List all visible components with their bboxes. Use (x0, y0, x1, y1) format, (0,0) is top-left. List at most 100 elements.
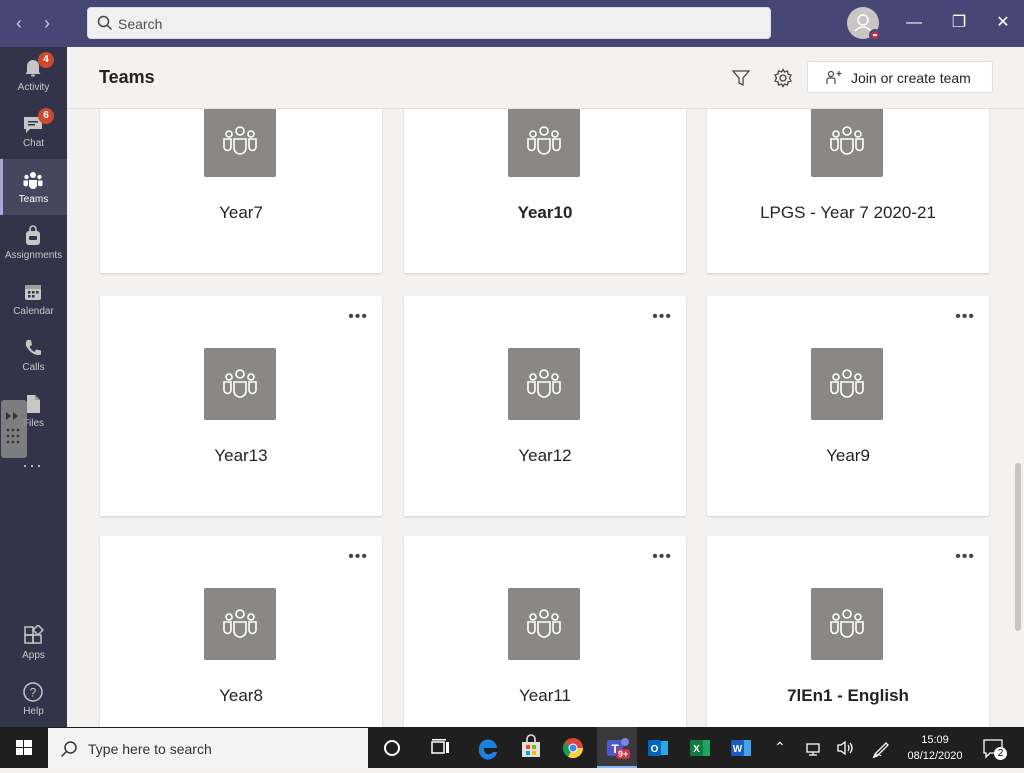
avatar[interactable] (847, 7, 881, 41)
team-card[interactable]: ••• Year8 (100, 536, 382, 727)
rail-item-teams[interactable]: Teams (0, 159, 67, 215)
team-avatar (508, 109, 580, 177)
team-card[interactable]: ••• Year12 (404, 296, 686, 516)
more-options-icon[interactable]: ••• (348, 548, 368, 566)
rail-label: Calendar (13, 306, 54, 317)
team-card[interactable]: ••• Year13 (100, 296, 382, 516)
teams-grid: Year7 Year10 LPGS - Year 7 2020-21 ••• Y… (67, 109, 1024, 727)
team-name[interactable]: Year7 (100, 203, 382, 223)
word-icon[interactable]: W (725, 732, 757, 764)
rail-label: Chat (22, 138, 45, 149)
team-icon (527, 126, 561, 155)
forward-arrow-icon[interactable]: › (37, 12, 57, 34)
notification-center-button[interactable]: 2 (978, 733, 1010, 763)
rail-item-help[interactable]: ? Help (0, 671, 67, 727)
taskbar: Type here to search T 9+ O X W ⌃ 15:09 0… (0, 727, 1024, 768)
search-input[interactable]: Search (87, 7, 771, 39)
team-card[interactable]: Year10 (404, 109, 686, 273)
system-clock[interactable]: 15:09 08/12/2020 (898, 732, 972, 764)
store-icon[interactable] (515, 732, 547, 764)
more-options-icon[interactable]: ••• (652, 308, 672, 326)
team-card[interactable]: Year7 (100, 109, 382, 273)
teams-taskbar-badge: 9+ (616, 749, 631, 759)
cortana-icon[interactable] (376, 732, 408, 764)
apps-icon (24, 625, 44, 644)
volume-icon[interactable] (829, 732, 861, 764)
start-button[interactable] (0, 727, 48, 768)
rail-item-chat[interactable]: 6 Chat (0, 103, 67, 159)
more-options-icon[interactable]: ••• (348, 308, 368, 326)
rail-item-assignments[interactable]: Assignments (0, 215, 67, 271)
teams-taskbar-button[interactable]: T 9+ (597, 727, 637, 768)
team-avatar (811, 109, 883, 177)
backpack-icon (26, 225, 40, 245)
team-name[interactable]: Year11 (404, 686, 686, 706)
more-options-icon[interactable]: ••• (652, 548, 672, 566)
rail-item-calendar[interactable]: Calendar (0, 271, 67, 327)
scrollbar[interactable] (1015, 463, 1021, 631)
teams-icon (23, 172, 43, 189)
team-avatar (508, 588, 580, 660)
network-icon[interactable] (797, 732, 829, 764)
keypad-icon (6, 412, 20, 444)
team-avatar (204, 109, 276, 177)
rail-item-activity[interactable]: 4 Activity (0, 47, 67, 103)
back-arrow-icon[interactable]: ‹ (9, 12, 29, 34)
more-options-icon[interactable]: ••• (955, 308, 975, 326)
phone-icon (25, 340, 41, 355)
team-name[interactable]: Year12 (404, 446, 686, 466)
edge-browser-icon[interactable] (472, 732, 504, 764)
more-options-icon[interactable]: ••• (955, 548, 975, 566)
rail-label: Activity (17, 82, 50, 93)
rail-label: Assignments (4, 250, 63, 261)
rail-item-apps[interactable]: Apps (0, 615, 67, 671)
svg-text:W: W (733, 744, 743, 755)
team-avatar (204, 588, 276, 660)
activity-badge: 4 (38, 52, 54, 68)
team-card[interactable]: ••• Year9 (707, 296, 989, 516)
pen-icon[interactable] (865, 732, 897, 764)
team-name[interactable]: Year10 (404, 203, 686, 223)
rail-item-calls[interactable]: Calls (0, 327, 67, 383)
team-avatar (508, 348, 580, 420)
team-icon (223, 369, 257, 398)
svg-text:X: X (693, 744, 700, 755)
task-view-icon[interactable] (424, 732, 456, 764)
team-name[interactable]: Year8 (100, 686, 382, 706)
team-name[interactable]: 7lEn1 - English (707, 686, 989, 706)
team-card[interactable]: LPGS - Year 7 2020-21 (707, 109, 989, 273)
team-name[interactable]: LPGS - Year 7 2020-21 (707, 203, 989, 223)
team-icon (223, 609, 257, 638)
team-name[interactable]: Year9 (707, 446, 989, 466)
teams-app-icon: T (607, 738, 629, 756)
team-avatar (811, 588, 883, 660)
team-icon (830, 609, 864, 638)
show-hidden-icons-icon[interactable]: ⌃ (774, 739, 786, 756)
page-title: Teams (99, 67, 155, 87)
outlook-icon[interactable]: O (642, 732, 674, 764)
team-avatar (811, 348, 883, 420)
filter-icon[interactable] (730, 67, 752, 89)
taskbar-search-placeholder: Type here to search (88, 741, 212, 757)
minimize-button[interactable]: — (900, 10, 928, 36)
close-button[interactable]: ✕ (989, 10, 1017, 36)
team-name[interactable]: Year13 (100, 446, 382, 466)
taskbar-search-input[interactable]: Type here to search (48, 728, 368, 768)
gear-icon[interactable] (772, 67, 794, 89)
help-icon: ? (23, 682, 43, 702)
chrome-icon[interactable] (557, 732, 589, 764)
dock-handle[interactable] (1, 400, 27, 458)
join-or-create-team-button[interactable]: Join or create team (807, 61, 993, 93)
notification-count: 2 (994, 747, 1007, 760)
calendar-icon (25, 285, 41, 300)
maximize-button[interactable]: ❐ (945, 10, 973, 36)
team-card[interactable]: ••• Year11 (404, 536, 686, 727)
rail-label: Apps (22, 650, 45, 661)
search-icon (60, 741, 77, 758)
more-apps-icon[interactable]: ··· (22, 455, 43, 476)
chat-badge: 6 (38, 108, 54, 124)
app-bar: 4 Activity 6 Chat Teams Assignments Cale… (0, 47, 67, 727)
excel-icon[interactable]: X (684, 732, 716, 764)
team-card[interactable]: ••• 7lEn1 - English (707, 536, 989, 727)
search-placeholder: Search (118, 16, 163, 32)
